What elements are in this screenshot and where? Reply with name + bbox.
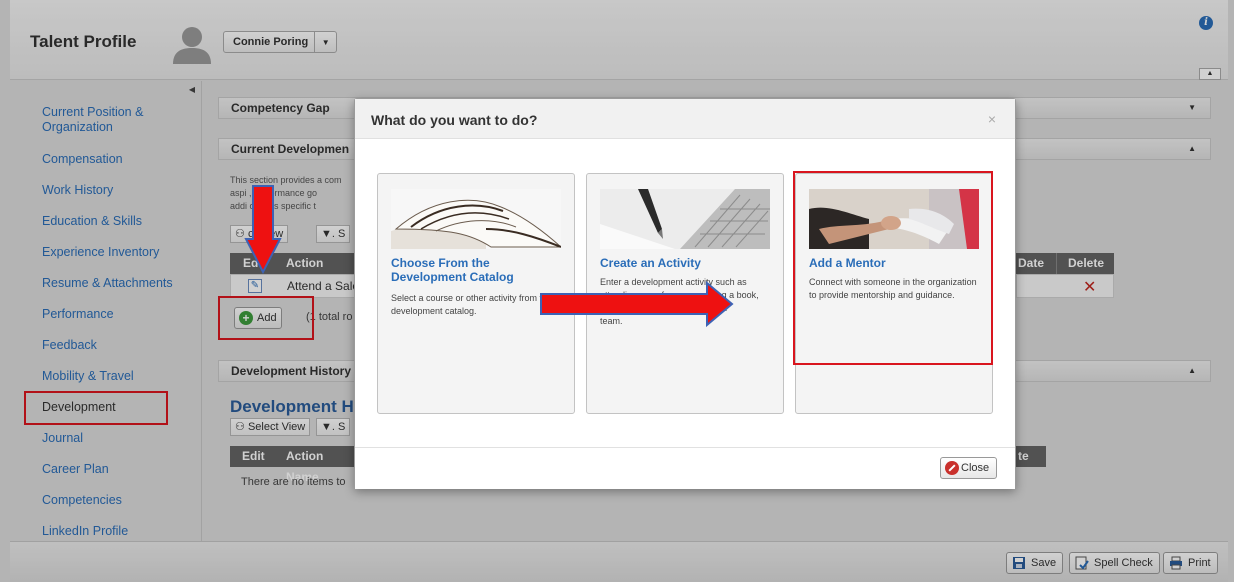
cancel-icon <box>945 461 959 475</box>
close-button[interactable]: Close <box>940 457 997 479</box>
right-arrow-annotation <box>540 280 734 328</box>
laptop-pen-image <box>600 189 770 249</box>
card-create-activity-title: Create an Activity <box>600 256 701 270</box>
open-book-image <box>391 189 561 249</box>
dialog-footer: Close <box>355 447 1015 489</box>
close-icon[interactable]: × <box>988 111 996 127</box>
dialog-title-bar: What do you want to do? × <box>355 99 1015 139</box>
card-development-catalog-title: Choose From the Development Catalog <box>391 256 514 284</box>
down-arrow-annotation <box>244 185 282 275</box>
dialog-title: What do you want to do? <box>371 112 538 128</box>
highlight-add-mentor <box>793 171 993 365</box>
close-button-label: Close <box>961 462 990 474</box>
card-development-catalog-text: Select a course or other activity from t… <box>391 293 553 316</box>
